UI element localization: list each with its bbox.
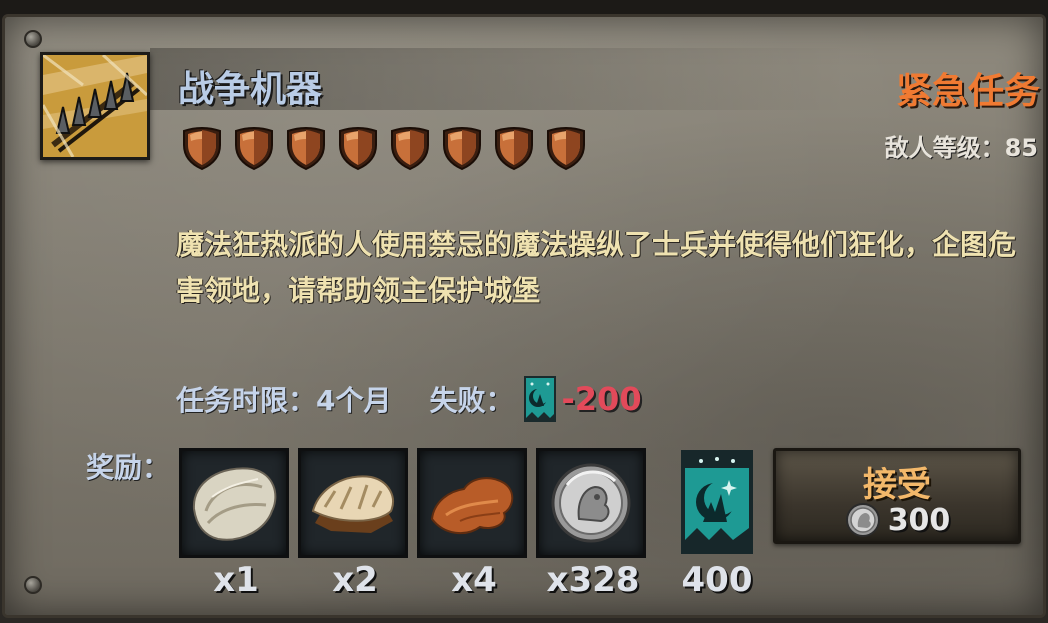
fur-pelt-icon bbox=[311, 475, 394, 533]
accept-cost: 300 bbox=[776, 501, 1018, 539]
leather-hide-icon bbox=[430, 477, 514, 535]
enemy-level: 敌人等级：85 bbox=[884, 134, 1038, 162]
difficulty-shield-icon bbox=[183, 127, 221, 171]
difficulty-shield-icon bbox=[391, 127, 429, 171]
urgent-mission-label: 紧急任务 bbox=[895, 71, 1040, 112]
reward-count: x2 bbox=[332, 560, 378, 600]
reward-count: 400 bbox=[681, 560, 753, 600]
difficulty-shields bbox=[178, 123, 590, 171]
failure-penalty: -200 bbox=[561, 380, 642, 418]
silver-coin-icon bbox=[845, 503, 880, 537]
rivet-icon bbox=[24, 30, 42, 48]
white-pelt-icon bbox=[192, 467, 277, 541]
reward-slot-white-pelt[interactable] bbox=[179, 448, 289, 558]
rivet-icon bbox=[24, 576, 42, 594]
difficulty-shield-icon bbox=[339, 127, 377, 171]
difficulty-shield-icon bbox=[495, 127, 533, 171]
accept-cost-value: 300 bbox=[887, 502, 951, 538]
reward-count: x328 bbox=[546, 560, 640, 600]
faction-banner-icon[interactable] bbox=[681, 450, 753, 554]
accept-button[interactable]: 接受 300 bbox=[773, 448, 1021, 544]
difficulty-shield-icon bbox=[235, 127, 273, 171]
reward-slot-leather-hide[interactable] bbox=[417, 448, 527, 558]
failure-label: 失败： bbox=[429, 384, 514, 417]
faction-banner-icon bbox=[523, 376, 556, 422]
reward-count: x4 bbox=[451, 560, 497, 600]
mission-info-row: 任务时限：4个月 失败： -200 bbox=[176, 376, 642, 422]
reward-slot-silver-coin[interactable] bbox=[536, 448, 646, 558]
difficulty-shield-icon bbox=[287, 127, 325, 171]
difficulty-shield-icon bbox=[547, 127, 585, 171]
mission-description: 魔法狂热派的人使用禁忌的魔法操纵了士兵并使得他们狂化，企图危害领地，请帮助领主保… bbox=[176, 228, 1017, 307]
time-limit: 任务时限：4个月 bbox=[176, 384, 392, 417]
reward-label: 奖励： bbox=[86, 451, 171, 484]
difficulty-shield-icon bbox=[443, 127, 481, 171]
silver-coin-icon bbox=[551, 463, 631, 543]
reward-count: x1 bbox=[213, 560, 259, 600]
war-machine-emblem-icon bbox=[40, 52, 150, 160]
mission-title: 战争机器 bbox=[178, 69, 323, 110]
accept-label: 接受 bbox=[863, 465, 931, 505]
reward-slot-fur-pelt[interactable] bbox=[298, 448, 408, 558]
